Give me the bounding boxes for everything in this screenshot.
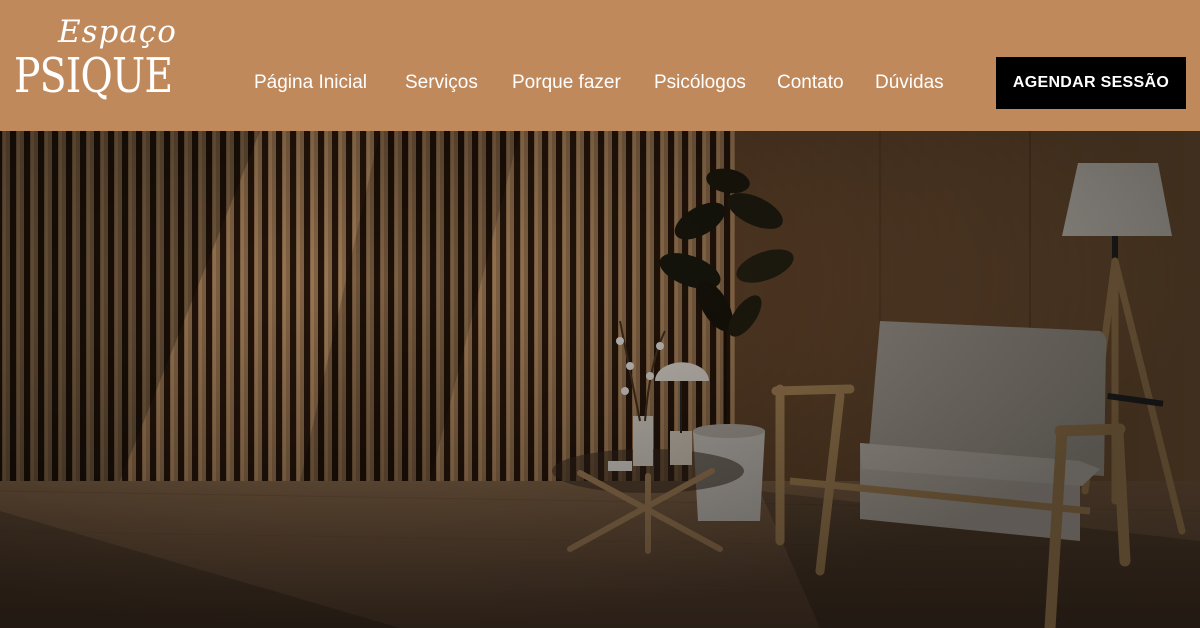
nav-item-pagina-inicial[interactable]: Página Inicial bbox=[254, 72, 367, 94]
nav-item-duvidas[interactable]: Dúvidas bbox=[875, 72, 944, 94]
nav-item-porque-fazer[interactable]: Porque fazer bbox=[512, 72, 621, 94]
nav-item-psicologos[interactable]: Psicólogos bbox=[654, 72, 746, 94]
schedule-session-button[interactable]: AGENDAR SESSÃO bbox=[996, 57, 1186, 109]
hero-banner bbox=[0, 131, 1200, 628]
logo-wordmark-main: PSIQUE bbox=[14, 48, 173, 104]
site-logo[interactable]: Espaço PSIQUE bbox=[14, 14, 184, 109]
nav-item-servicos[interactable]: Serviços bbox=[405, 72, 478, 94]
hero-background-image bbox=[0, 131, 1200, 628]
site-header: Espaço PSIQUE Página Inicial Serviços Po… bbox=[0, 0, 1200, 131]
nav-item-contato[interactable]: Contato bbox=[777, 72, 844, 94]
logo-wordmark-top: Espaço bbox=[58, 14, 177, 50]
